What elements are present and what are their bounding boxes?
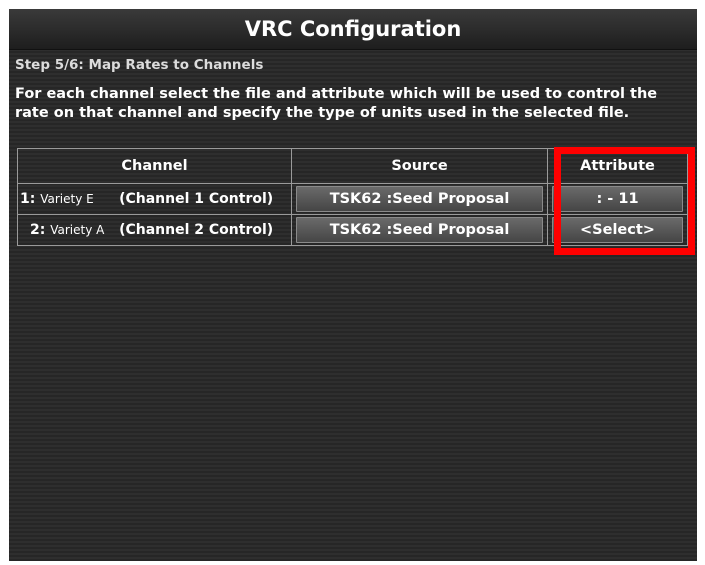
channel-number: 2:	[30, 222, 46, 238]
variety-name: Variety E	[40, 192, 94, 206]
channel-control-label: (Channel 2 Control)	[119, 222, 274, 238]
channel-control-label: (Channel 1 Control)	[119, 191, 274, 207]
source-cell: TSK62 :Seed Proposal	[291, 183, 548, 215]
channel-number: 1:	[20, 191, 36, 207]
attribute-highlight-box	[554, 147, 695, 255]
step-label: Step 5/6: Map Rates to Channels	[15, 57, 264, 73]
vrc-config-screen: VRC Configuration Step 5/6: Map Rates to…	[9, 9, 697, 561]
instructions-text: For each channel select the file and att…	[15, 86, 658, 121]
source-select-button[interactable]: TSK62 :Seed Proposal	[296, 186, 543, 212]
variety-name: Variety A	[50, 223, 105, 237]
channel-column-header: Channel	[17, 148, 292, 184]
channel-cell: 1: Variety E (Channel 1 Control)	[17, 183, 292, 215]
source-select-button[interactable]: TSK62 :Seed Proposal	[296, 217, 543, 243]
channel-cell: 2: Variety A (Channel 2 Control)	[17, 214, 292, 246]
window-title: VRC Configuration	[9, 9, 697, 50]
source-cell: TSK62 :Seed Proposal	[291, 214, 548, 246]
source-column-header: Source	[291, 148, 548, 184]
